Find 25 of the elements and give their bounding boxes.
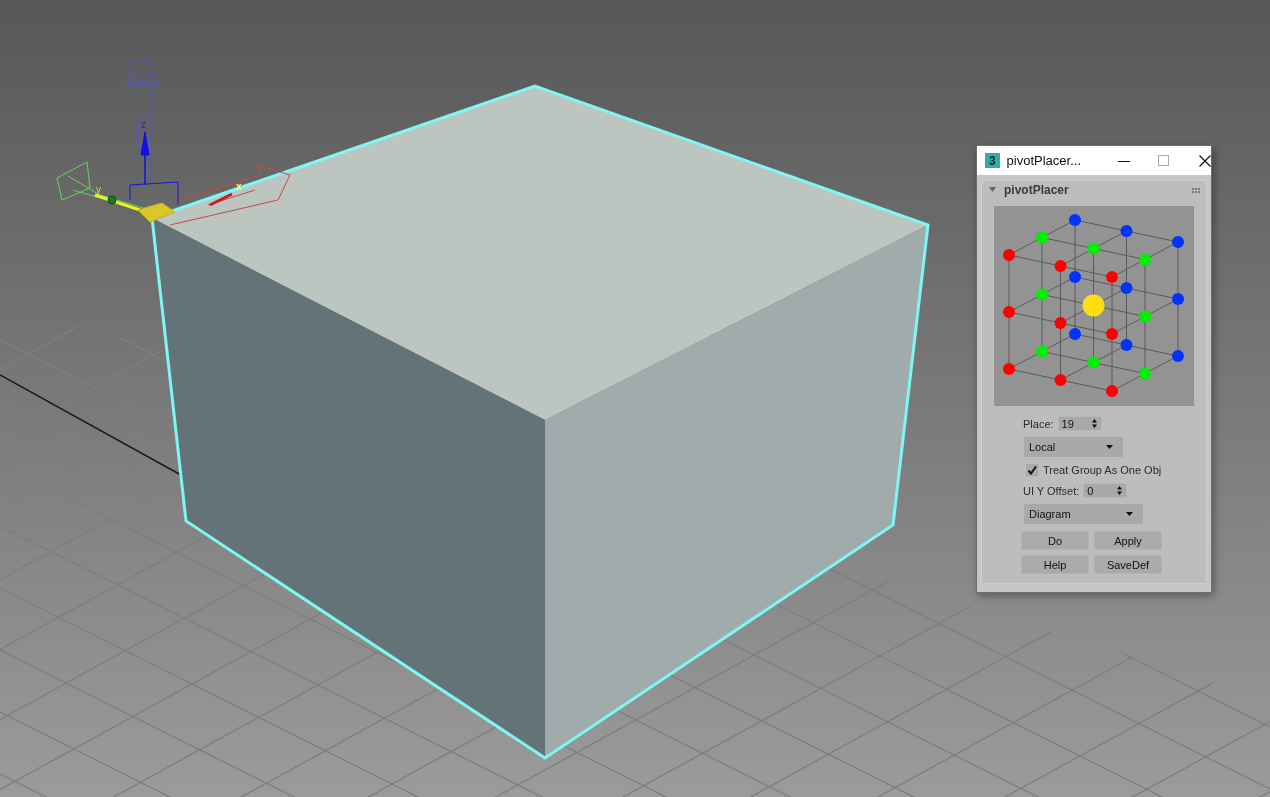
caret-icon [1106, 445, 1113, 449]
y-axis-label: y [96, 184, 101, 195]
window-title: pivotPlacer... [1006, 153, 1082, 168]
ui-y-offset-spinner[interactable]: 0 [1083, 483, 1128, 498]
pivot-diagram-drawing[interactable] [994, 206, 1194, 406]
ui-y-offset-label: UI Y Offset: [1023, 484, 1080, 497]
coordinate-space-dropdown[interactable]: Local [1024, 437, 1123, 457]
app-icon: 3 [985, 153, 1000, 168]
close-icon[interactable] [1199, 154, 1211, 167]
dialog-button[interactable]: Help [1021, 555, 1089, 574]
expand-arrow-icon[interactable] [989, 187, 996, 193]
place-label: Place: [1023, 417, 1054, 430]
dialog-button[interactable]: SaveDef [1094, 555, 1162, 574]
grip-icon [1192, 187, 1200, 193]
z-axis-label: z [141, 119, 146, 130]
spinner-arrows-icon [1091, 419, 1097, 428]
dialog-button[interactable]: Do [1021, 531, 1089, 550]
place-spinner[interactable]: 19 [1057, 416, 1102, 431]
dialog-button[interactable]: Apply [1094, 531, 1162, 550]
treat-group-checkbox[interactable] [1026, 464, 1038, 476]
rollout-title[interactable]: pivotPlacer [1004, 183, 1069, 197]
treat-group-label[interactable]: Treat Group As One Obj [1043, 464, 1162, 476]
spinner-arrows-icon [1117, 486, 1123, 495]
caret-icon [1126, 512, 1133, 516]
mode-dropdown[interactable]: Diagram [1024, 504, 1143, 524]
